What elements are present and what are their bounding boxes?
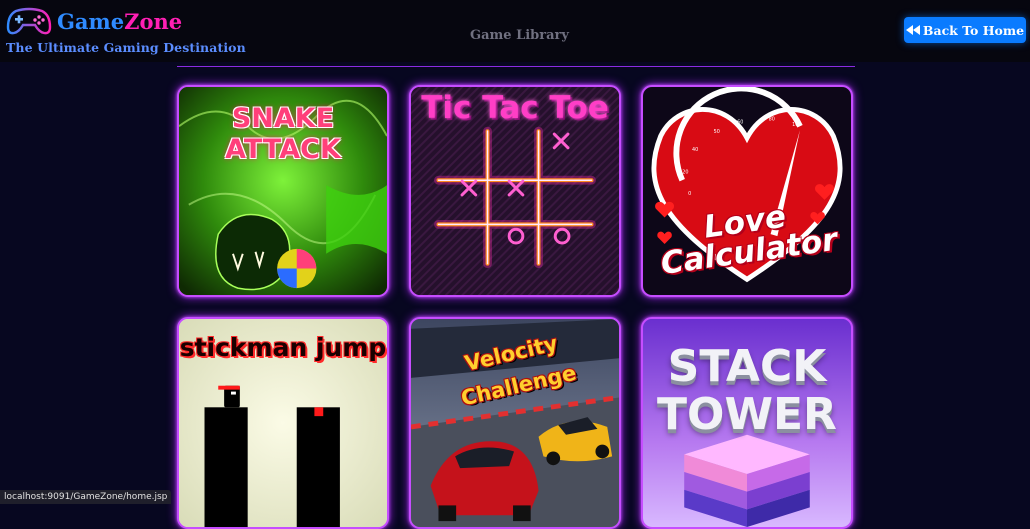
backward-icon (905, 25, 920, 35)
brand-logo[interactable]: Game Zone (6, 6, 182, 36)
page-title: Game Library (470, 28, 569, 43)
svg-text:0: 0 (688, 191, 691, 197)
svg-text:50: 50 (714, 129, 720, 135)
back-to-home-button[interactable]: Back To Home (904, 17, 1026, 43)
svg-text:60: 60 (737, 119, 743, 125)
status-bar-url: localhost:9091/GameZone/home.jsp (0, 490, 172, 504)
game-card-stack-tower[interactable]: STACK TOWER (641, 317, 853, 529)
brand-tagline: The Ultimate Gaming Destination (6, 40, 246, 55)
snake-attack-title: SNAKE ATTACK (179, 103, 387, 165)
brand-name: Game Zone (57, 9, 182, 34)
svg-text:40: 40 (692, 147, 698, 153)
stack-tower-title: STACK TOWER (643, 343, 851, 439)
tic-tac-toe-title: Tic Tac Toe (421, 90, 609, 126)
header-divider (177, 66, 855, 67)
stack-tower-title-line1: STACK (667, 341, 827, 392)
brand-name-part1: Game (57, 8, 125, 34)
snake-attack-title-line2: ATTACK (225, 134, 341, 165)
svg-text:20: 20 (682, 169, 688, 175)
game-card-velocity-challenge[interactable]: Velocity Challenge (409, 317, 621, 529)
svg-text:100: 100 (792, 122, 801, 128)
top-header: Game Zone The Ultimate Gaming Destination… (0, 0, 1030, 62)
snake-attack-title-line1: SNAKE (231, 103, 335, 134)
brand-name-part2: Zone (124, 8, 183, 34)
gamepad-icon (6, 7, 52, 35)
game-card-tic-tac-toe[interactable]: Tic Tac Toe (409, 85, 621, 297)
game-card-snake-attack[interactable]: SNAKE ATTACK (177, 85, 389, 297)
back-to-home-label: Back To Home (922, 22, 1025, 38)
stickman-jump-title: stickman jump (179, 333, 387, 362)
game-card-love-calculator[interactable]: 0 20 40 50 60 80 100 Love Calculator (641, 85, 853, 297)
svg-text:80: 80 (769, 116, 775, 122)
stack-tower-title-line2: TOWER (657, 389, 837, 440)
game-card-stickman-jump[interactable]: stickman jump (177, 317, 389, 529)
